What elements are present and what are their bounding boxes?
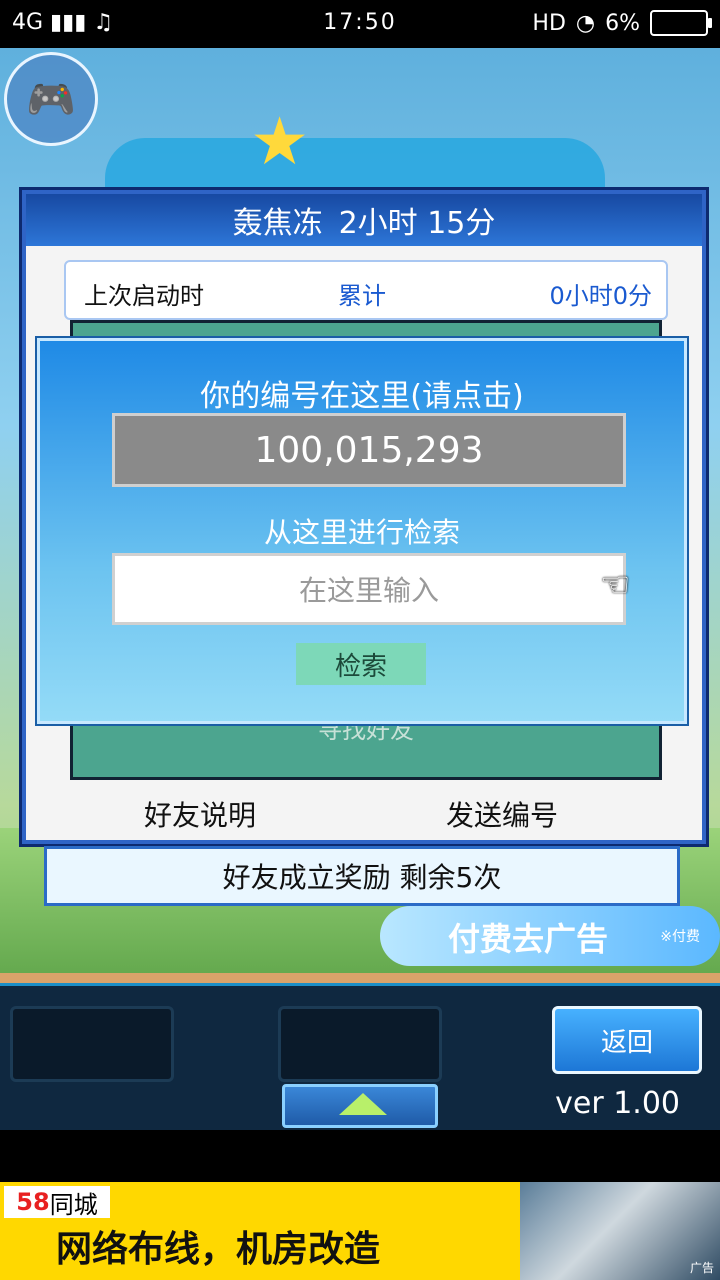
bottom-toolbar: 返回 ver 1.00	[0, 983, 720, 1130]
toolbar-slot-1[interactable]	[10, 1006, 174, 1082]
ad-logo-number: 58	[16, 1188, 50, 1216]
ad-logo-text: 同城	[49, 1190, 98, 1219]
battery-percent: 6%	[605, 10, 640, 36]
cumulative-label: 累计	[338, 282, 386, 310]
panel-header: 轰焦冻 2小时 15分	[26, 194, 702, 246]
wifi-icon: ◔	[575, 10, 596, 36]
send-id-button[interactable]: 发送编号	[446, 794, 558, 834]
battery-icon	[650, 10, 712, 36]
my-id-display[interactable]: 100,015,293	[112, 413, 626, 487]
banner-ad[interactable]: 58 同城 网络布线，机房改造 广告	[0, 1182, 720, 1280]
expand-up-button[interactable]	[282, 1084, 438, 1128]
play-time: 2小时 15分	[338, 206, 496, 241]
launch-info: 上次启动时 累计 0小时0分	[64, 260, 668, 320]
character-name: 轰焦冻	[232, 206, 323, 241]
status-right: HD ◔ 6%	[532, 10, 712, 36]
gamepad-button[interactable]: 🎮	[4, 52, 98, 146]
pointing-hand-icon: ☜	[600, 565, 631, 605]
friend-id-input[interactable]: 在这里输入	[112, 553, 626, 625]
ad-logo: 58 同城	[4, 1186, 110, 1219]
ad-image: 广告	[520, 1182, 720, 1280]
dialog-title: 你的编号在这里(请点击)	[200, 379, 524, 414]
friend-help-button[interactable]: 好友说明	[144, 794, 256, 834]
last-launch-label: 上次启动时	[84, 282, 204, 310]
version-label: ver 1.00	[555, 1086, 680, 1121]
friend-reward-bar: 好友成立奖励 剩余5次	[44, 846, 680, 906]
ad-tag: 广告	[689, 1261, 714, 1275]
spacer	[0, 1130, 720, 1182]
ad-headline: 网络布线，机房改造	[56, 1229, 381, 1270]
toolbar-slot-2[interactable]	[278, 1006, 442, 1082]
gamepad-icon: 🎮	[26, 76, 76, 123]
game-screen: ★ 🎮 付费去广告 ※付费 轰焦冻 2小时 15分 上次启动时 累计 0小时0分…	[0, 48, 720, 1130]
friend-id-dialog: 你的编号在这里(请点击) 100,015,293 从这里进行检索 在这里输入 ☜…	[37, 338, 687, 724]
search-button[interactable]: 检索	[296, 643, 426, 685]
search-prompt: 从这里进行检索	[263, 516, 460, 549]
status-bar: 4G ▮▮▮ ♫ 17:50 HD ◔ 6%	[0, 0, 720, 48]
remove-ads-button[interactable]: 付费去广告 ※付费	[380, 906, 720, 966]
cumulative-value: 0小时0分	[549, 282, 652, 310]
star-icon: ★	[250, 103, 310, 180]
remove-ads-note: ※付费	[660, 929, 700, 945]
remove-ads-label: 付费去广告	[448, 920, 609, 958]
hd-indicator: HD	[532, 10, 566, 36]
back-button[interactable]: 返回	[552, 1006, 702, 1074]
